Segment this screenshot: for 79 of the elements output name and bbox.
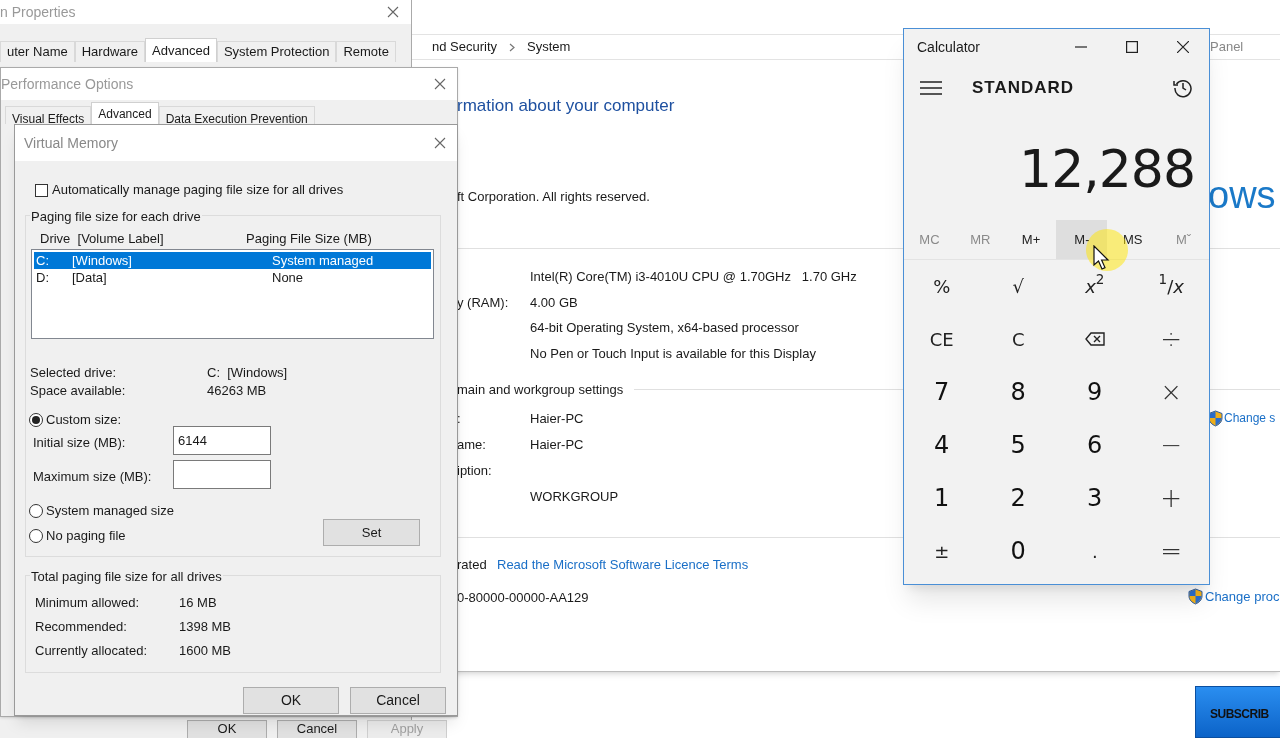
history-icon[interactable]: [1173, 78, 1193, 98]
radio-button[interactable]: [29, 412, 43, 427]
field-label: Selected drive:: [30, 364, 116, 382]
product-id: 0-80000-00000-AA129: [457, 589, 589, 607]
field-value: No Pen or Touch Input is available for this Display: [530, 344, 816, 363]
field-label: Currently allocated:: [35, 642, 147, 660]
radio-label: Custom size:: [46, 411, 122, 429]
radio-button[interactable]: [29, 503, 43, 518]
field-value: Intel(R) Core(TM) i3-4010U CPU @ 1.70GHz 1.70 GHz: [530, 268, 857, 286]
radio-label: No paging file: [46, 527, 126, 545]
column-header: Drive [Volume Label]: [40, 230, 165, 248]
radio-button[interactable]: [29, 528, 43, 543]
input-field[interactable]: [173, 460, 271, 489]
page-heading: rmation about your computer: [457, 95, 675, 117]
memory-button[interactable]: M-: [1056, 220, 1108, 259]
dialog-button[interactable]: Cancel: [277, 720, 357, 738]
field-value: Haier-PC: [530, 410, 584, 428]
tab[interactable]: Advanced: [145, 38, 217, 62]
field-label: Initial size (MB):: [33, 434, 126, 452]
memory-button[interactable]: MS: [1107, 220, 1159, 259]
field-value: 4.00 GB: [530, 293, 578, 312]
tab[interactable]: Remote: [336, 41, 396, 62]
memory-button[interactable]: M+: [1005, 220, 1057, 259]
dialog-button[interactable]: Cancel: [350, 687, 446, 714]
field-label: Maximum size (MB):: [33, 468, 152, 486]
window-title: Performance Options: [1, 74, 134, 94]
change-product-key-link[interactable]: Change proc: [1205, 587, 1280, 607]
list-row[interactable]: D: [Data] None: [34, 269, 431, 286]
field-value: 1600 MB: [179, 642, 232, 660]
pointer-icon: [1093, 245, 1110, 270]
field-value: C: [Windows]: [207, 364, 288, 382]
input-field[interactable]: 6144: [173, 426, 271, 455]
change-settings-link[interactable]: Change s: [1224, 409, 1276, 427]
checkbox[interactable]: [35, 183, 48, 197]
radio-label: System managed size: [46, 502, 174, 520]
tab[interactable]: System Protection: [216, 41, 337, 62]
field-value: 46263 MB: [207, 382, 267, 400]
tab[interactable]: Hardware: [74, 41, 146, 62]
field-label: ame:: [457, 436, 486, 454]
field-value: WORKGROUP: [530, 488, 619, 506]
mode-title: STANDARD: [972, 77, 1076, 100]
breadcrumb-item[interactable]: Panel: [1210, 37, 1244, 57]
backspace-icon: [1084, 332, 1105, 346]
field-label: :: [457, 410, 461, 428]
windows-logo-text: ows: [1208, 176, 1276, 214]
copyright-text: ft Corporation. All rights reserved.: [457, 188, 650, 206]
field-label: Recommended:: [35, 618, 127, 636]
set-button[interactable]: Set: [323, 519, 420, 546]
close-icon[interactable]: [434, 78, 446, 90]
breadcrumb-item[interactable]: nd Security: [432, 37, 498, 57]
window-title: Virtual Memory: [24, 133, 118, 153]
activation-status: rated: [457, 556, 487, 574]
field-label: iption:: [457, 462, 492, 480]
shield-icon: [1188, 588, 1203, 606]
field-value: 1398 MB: [179, 618, 232, 636]
window-title: Calculator: [917, 37, 982, 57]
dialog-button[interactable]: OK: [243, 687, 339, 714]
column-header: Paging File Size (MB): [246, 230, 372, 248]
chevron-icon: [509, 42, 516, 52]
field-label: Space available:: [30, 382, 126, 400]
checkbox-label: Automatically manage paging file size for all drives: [52, 181, 344, 200]
maximize-icon[interactable]: [1126, 41, 1138, 53]
window-title: n Properties: [0, 2, 76, 22]
field-value: 16 MB: [179, 594, 217, 612]
breadcrumb-item[interactable]: System: [527, 37, 571, 57]
display-value: 12,288: [1019, 138, 1195, 201]
close-icon[interactable]: [387, 6, 399, 18]
dialog-button[interactable]: OK: [187, 720, 267, 738]
field-label: Minimum allowed:: [35, 594, 140, 612]
list-row[interactable]: C: [Windows] System managed: [34, 252, 431, 269]
menu-icon[interactable]: [920, 80, 942, 96]
field-value: 64-bit Operating System, x64-based processor: [530, 319, 799, 337]
tab[interactable]: Advanced: [91, 102, 159, 124]
subscribe-button[interactable]: SUBSCRIB: [1195, 686, 1280, 738]
close-icon[interactable]: [434, 137, 446, 149]
close-icon[interactable]: [1177, 41, 1189, 53]
tab[interactable]: uter Name: [0, 41, 75, 62]
license-terms-link[interactable]: Read the Microsoft Software Licence Terms: [497, 555, 749, 575]
field-value: Haier-PC: [530, 436, 584, 454]
